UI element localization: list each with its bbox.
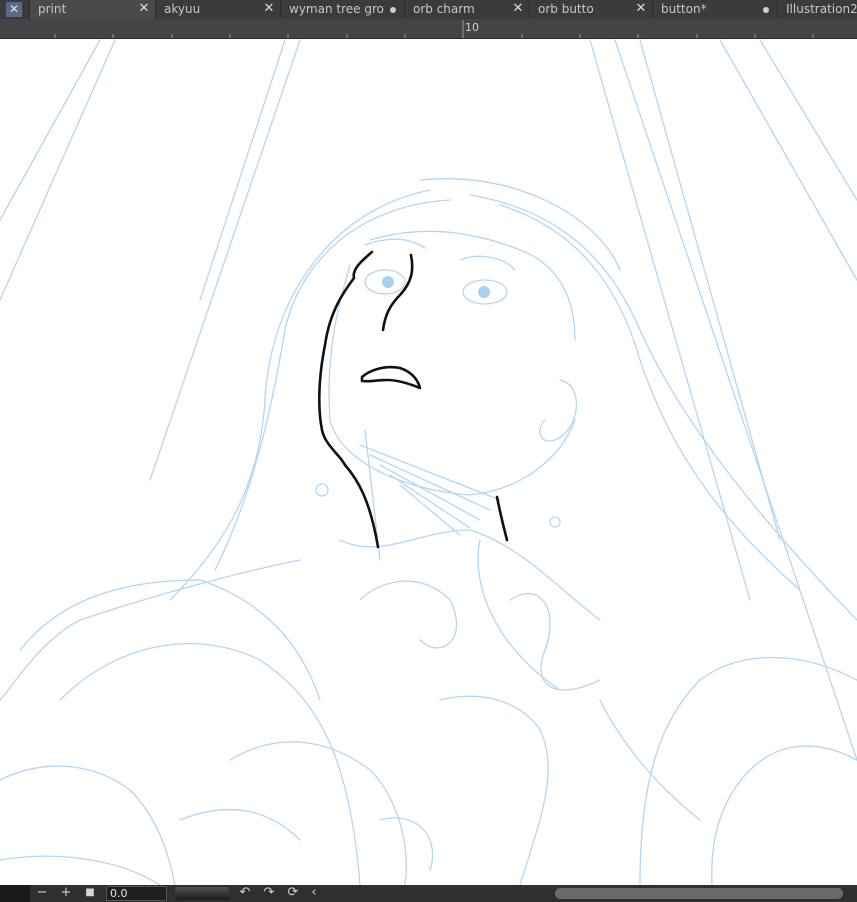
close-icon[interactable]: ✕ [137,0,151,19]
drawing-canvas[interactable] [0,39,857,886]
close-all-button[interactable]: ✕ [0,0,30,19]
undo-icon[interactable]: ↶ [233,885,257,902]
tab-label: wyman tree gro [289,2,384,16]
close-icon[interactable]: ✕ [262,0,276,19]
close-icon[interactable]: ✕ [511,0,525,19]
tab-button[interactable]: button* [653,0,778,19]
horizontal-scrollbar[interactable] [555,888,843,899]
tab-label: orb charm [413,2,475,16]
tab-label: Illustration2 [786,2,857,16]
ruler-label: 10 [465,21,479,34]
plus-icon[interactable]: + [54,885,78,902]
tab-wyman-tree[interactable]: wyman tree gro [281,0,405,19]
close-icon[interactable]: ✕ [634,0,648,19]
tab-label: akyuu [164,2,201,16]
reset-icon[interactable]: ⟳ [281,885,305,902]
stop-icon[interactable]: ■ [78,885,102,902]
minus-icon[interactable]: − [30,885,54,902]
tab-label: print [38,2,67,16]
sketch-artwork [0,39,857,886]
close-icon: ✕ [6,2,22,17]
rotation-slider[interactable] [175,887,229,900]
tab-akyuu[interactable]: akyuu ✕ [156,0,281,19]
horizontal-ruler: 10 [0,19,857,39]
dot-icon[interactable] [763,7,769,13]
tab-orb-charm[interactable]: orb charm ✕ [405,0,530,19]
ruler-ticks [54,20,814,38]
document-tab-bar: ✕ print ✕ akyuu ✕ wyman tree gro orb cha… [0,0,857,19]
tab-print[interactable]: print ✕ [30,0,156,19]
status-swatch [0,885,30,902]
tab-label: button* [661,2,707,16]
tab-label: orb butto [538,2,594,16]
zoom-value-field[interactable]: 0.0 [106,886,167,901]
redo-icon[interactable]: ↷ [257,885,281,902]
dot-icon[interactable] [390,7,396,13]
tab-illustration2[interactable]: Illustration2 [778,0,857,19]
tab-orb-butto[interactable]: orb butto ✕ [530,0,653,19]
chevron-left-icon[interactable]: ‹ [305,885,323,902]
